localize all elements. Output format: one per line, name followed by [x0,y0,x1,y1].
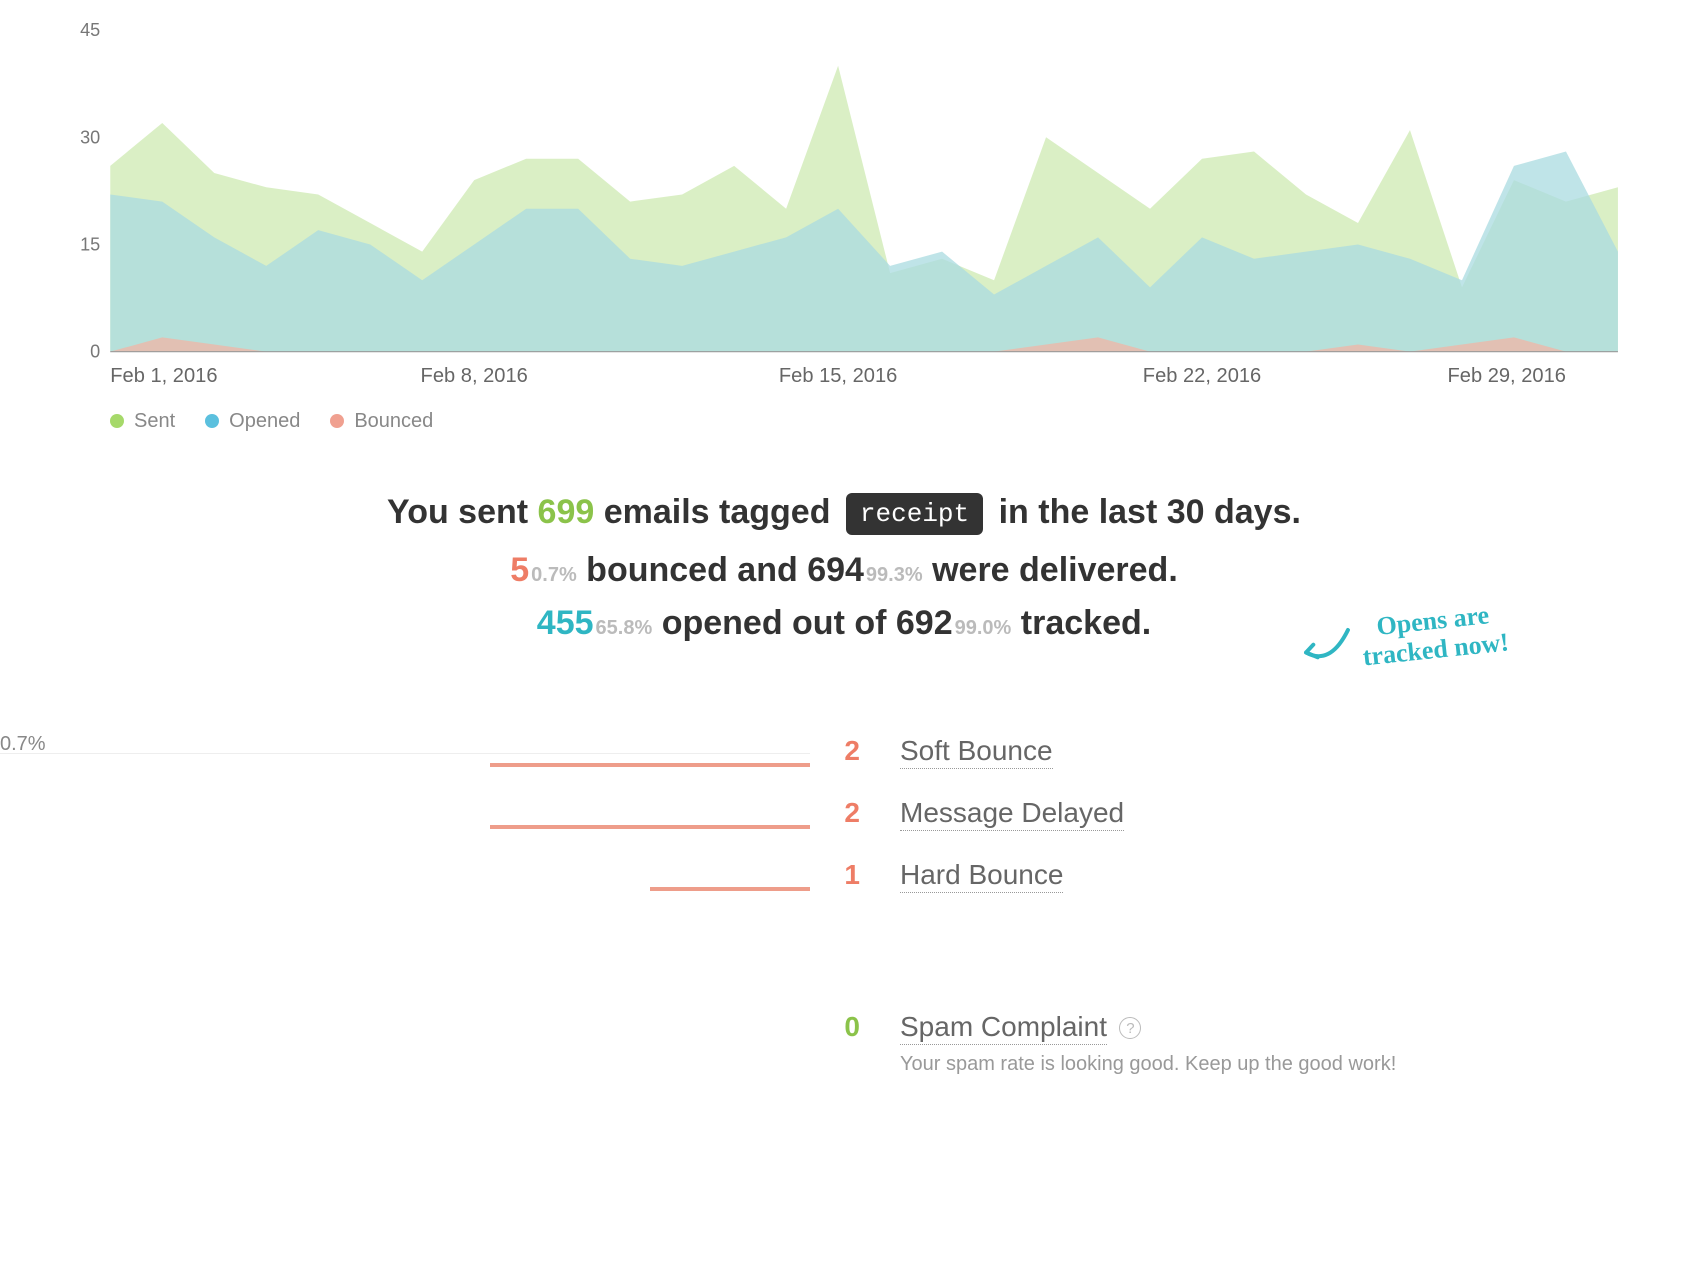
legend-label: Bounced [354,410,433,433]
delivered-pct: 99.3% [866,564,923,586]
bounce-bar [490,763,810,767]
legend-dot-icon [110,414,124,428]
sent-count: 699 [538,493,595,531]
bounce-bar [650,887,810,891]
tracked-pct: 99.0% [955,617,1012,639]
opened-count: 455 [537,604,594,642]
bounce-label-cell: Hard Bounce [900,857,1063,891]
opened-pct: 65.8% [596,617,653,639]
svg-text:30: 30 [80,127,100,147]
tag-chip[interactable]: receipt [846,493,983,535]
legend-label: Opened [229,410,300,433]
bar-cell: 0.7% [0,733,810,773]
bounce-label[interactable]: Hard Bounce [900,859,1063,893]
bounce-label-cell: Soft Bounce [900,733,1053,767]
spam-count: 0 [810,1009,860,1043]
summary-line-1: You sent 699 emails tagged receipt in th… [0,493,1688,537]
spam-label[interactable]: Spam Complaint [900,1011,1107,1045]
legend-label: Sent [134,410,175,433]
chart-legend: Sent Opened Bounced [110,410,1688,433]
svg-text:Feb 15, 2016: Feb 15, 2016 [779,365,897,387]
text: tracked. [1011,604,1151,642]
bar-cell [0,795,810,835]
bounce-bar [490,825,810,829]
bounce-label[interactable]: Message Delayed [900,797,1124,831]
help-icon[interactable]: ? [1119,1017,1141,1039]
delivered-count: 694 [807,551,864,589]
area-chart-svg: 0 15 30 45 Feb 1, 2016 Feb 8, 2016 Feb 15, 201… [60,20,1628,392]
svg-text:0: 0 [90,342,100,362]
svg-text:15: 15 [80,235,100,255]
text: were delivered. [923,551,1178,589]
bounce-stats: 0.7% 2 Soft Bounce 2 Message Delayed 1 H… [0,733,1688,1076]
bar-cell [0,1009,810,1049]
svg-text:Feb 8, 2016: Feb 8, 2016 [421,365,528,387]
bounce-label[interactable]: Soft Bounce [900,735,1053,769]
email-activity-chart: 0 15 30 45 Feb 1, 2016 Feb 8, 2016 Feb 15, 201… [60,20,1628,392]
bar-cell [0,857,810,897]
spam-label-cell: Spam Complaint ? Your spam rate is looki… [900,1009,1396,1076]
svg-text:Feb 1, 2016: Feb 1, 2016 [110,365,217,387]
svg-text:Feb 29, 2016: Feb 29, 2016 [1448,365,1566,387]
svg-text:45: 45 [80,20,100,40]
summary-line-2: 50.7% bounced and 69499.3% were delivere… [0,551,1688,590]
legend-item-opened: Opened [205,410,300,433]
legend-item-sent: Sent [110,410,175,433]
legend-dot-icon [330,414,344,428]
legend-dot-icon [205,414,219,428]
svg-text:Feb 22, 2016: Feb 22, 2016 [1143,365,1261,387]
bounced-count: 5 [510,551,529,589]
bounce-count: 2 [810,795,860,829]
bounce-count: 1 [810,857,860,891]
text: opened out of [652,604,896,642]
bounce-count: 2 [810,733,860,767]
text: in the last 30 days. [989,493,1301,531]
tracked-count: 692 [896,604,953,642]
arrow-icon [1298,623,1357,673]
bounce-row: 0.7% 2 Soft Bounce [0,733,1688,773]
divider [0,753,810,754]
bounced-pct: 0.7% [531,564,577,586]
text: emails tagged [594,493,840,531]
summary-section: You sent 699 emails tagged receipt in th… [0,493,1688,643]
text: bounced and [577,551,807,589]
legend-item-bounced: Bounced [330,410,433,433]
bounce-label-cell: Message Delayed [900,795,1124,829]
spam-row: 0 Spam Complaint ? Your spam rate is loo… [0,1009,1688,1076]
text: You sent [387,493,538,531]
bounce-row: 1 Hard Bounce [0,857,1688,897]
bounce-row: 2 Message Delayed [0,795,1688,835]
spam-subtext: Your spam rate is looking good. Keep up … [900,1053,1396,1076]
